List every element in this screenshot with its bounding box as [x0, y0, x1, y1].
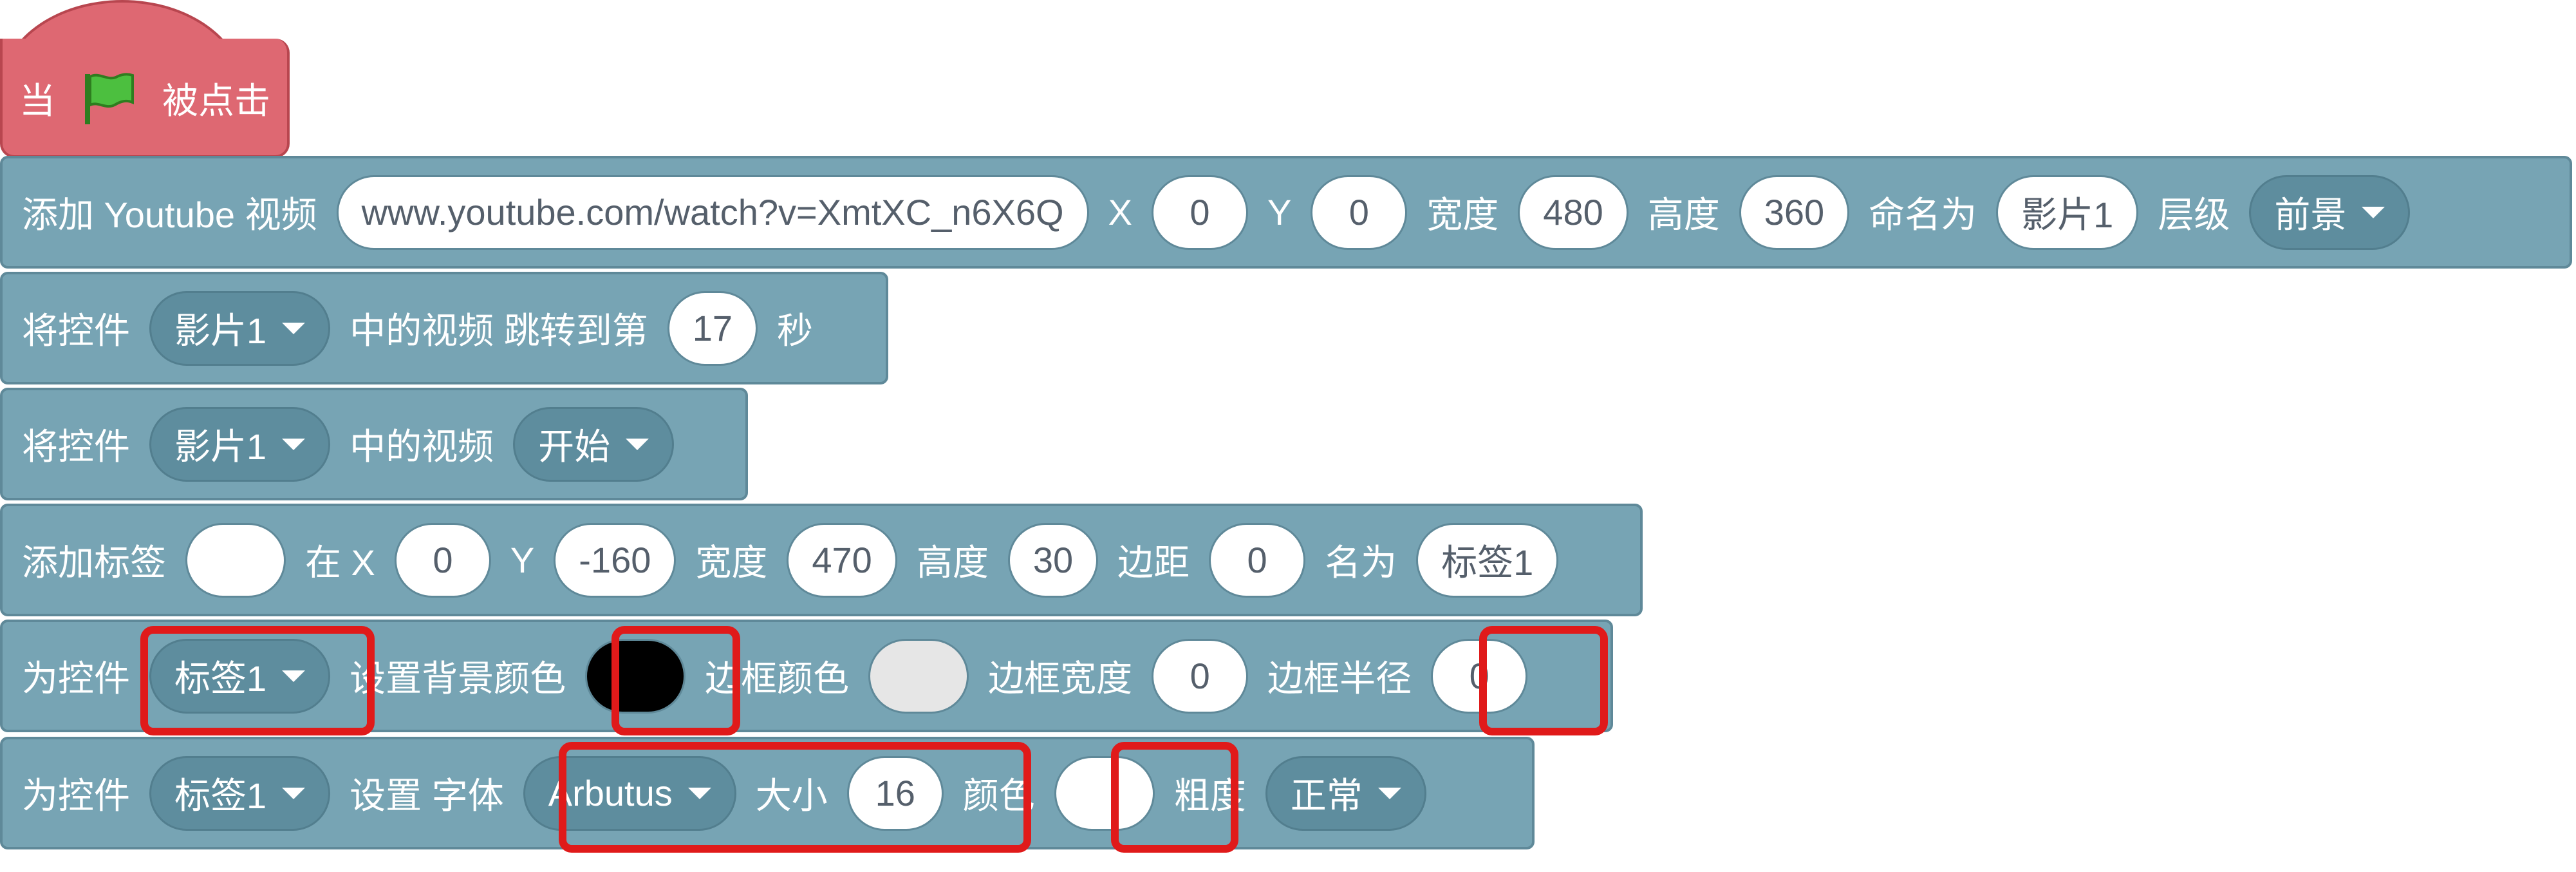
highlight-bg-color	[611, 626, 740, 735]
width-label: 宽度	[1426, 194, 1499, 235]
add-youtube-block[interactable]: 添加 Youtube 视频 www.youtube.com/watch?v=Xm…	[0, 156, 2572, 269]
chevron-down-icon	[282, 787, 306, 799]
x-input[interactable]: 0	[1151, 175, 1248, 250]
label-text-input[interactable]	[185, 522, 286, 598]
target-dropdown[interactable]: 影片1	[149, 290, 331, 366]
block-suffix: 秒	[777, 310, 814, 351]
font-label: 设置 字体	[350, 775, 504, 816]
hat-suffix: 被点击	[162, 80, 270, 121]
action-dropdown[interactable]: 开始	[513, 406, 675, 482]
layer-dropdown[interactable]: 前景	[2249, 175, 2411, 250]
video-play-block[interactable]: 将控件 影片1 中的视频 开始	[0, 388, 748, 500]
highlight-font-color	[1111, 742, 1238, 853]
target-dropdown[interactable]: 影片1	[149, 406, 331, 482]
target-value: 影片1	[174, 310, 267, 351]
block-prefix: 为控件	[22, 658, 130, 699]
target-dropdown[interactable]: 标签1	[149, 755, 331, 831]
x-input[interactable]: 0	[394, 522, 491, 598]
highlight-font-size	[559, 742, 1031, 853]
x-label: 在 X	[305, 542, 375, 583]
green-flag-icon	[85, 73, 134, 124]
block-prefix: 为控件	[22, 775, 130, 816]
video-seek-block[interactable]: 将控件 影片1 中的视频 跳转到第 17 秒	[0, 272, 888, 384]
x-label: X	[1108, 192, 1132, 232]
name-label: 名为	[1325, 542, 1397, 583]
height-label: 高度	[916, 542, 989, 583]
name-input[interactable]: 影片1	[1996, 175, 2139, 250]
y-input[interactable]: -160	[554, 522, 677, 598]
weight-dropdown[interactable]: 正常	[1265, 755, 1426, 831]
add-label-block[interactable]: 添加标签 在 X 0 Y -160 宽度 470 高度 30 边距 0 名为 标…	[0, 504, 1643, 616]
height-input[interactable]: 30	[1007, 522, 1099, 598]
layer-value: 前景	[2274, 194, 2347, 235]
seconds-input[interactable]: 17	[667, 290, 758, 366]
block-middle: 中的视频	[350, 426, 494, 467]
layer-label: 层级	[2158, 194, 2230, 235]
youtube-url-input[interactable]: www.youtube.com/watch?v=XmtXC_n6X6Q	[336, 175, 1089, 250]
y-input[interactable]: 0	[1311, 175, 1408, 250]
border-width-label: 边框宽度	[988, 658, 1133, 699]
chevron-down-icon	[626, 438, 649, 450]
border-radius-label: 边框半径	[1267, 658, 1412, 699]
when-flag-clicked-row: 当 被点击	[19, 64, 270, 131]
chevron-down-icon	[2362, 206, 2385, 218]
block-prefix: 将控件	[22, 426, 130, 467]
hat-prefix: 当	[19, 80, 55, 121]
highlight-target-dropdown	[140, 626, 375, 735]
width-input[interactable]: 480	[1518, 175, 1629, 250]
name-label: 命名为	[1869, 194, 1977, 235]
highlight-border-radius	[1479, 626, 1608, 735]
border-color-swatch[interactable]	[868, 638, 969, 714]
target-value: 标签1	[174, 775, 267, 816]
height-label: 高度	[1647, 194, 1720, 235]
chevron-down-icon	[1377, 787, 1401, 799]
block-middle: 中的视频 跳转到第	[350, 310, 648, 351]
action-value: 开始	[538, 426, 611, 467]
chevron-down-icon	[282, 322, 306, 334]
y-label: Y	[1267, 192, 1292, 232]
block-label: 添加 Youtube 视频	[22, 194, 317, 235]
bg-color-label: 设置背景颜色	[350, 658, 566, 699]
width-input[interactable]: 470	[787, 522, 897, 598]
padding-label: 边距	[1117, 542, 1190, 583]
border-width-input[interactable]: 0	[1152, 638, 1249, 714]
name-input[interactable]: 标签1	[1416, 522, 1559, 598]
height-input[interactable]: 360	[1739, 175, 1850, 250]
target-value: 影片1	[174, 426, 267, 467]
padding-input[interactable]: 0	[1209, 522, 1306, 598]
y-label: Y	[510, 540, 535, 580]
weight-value: 正常	[1290, 775, 1363, 816]
width-label: 宽度	[695, 542, 768, 583]
block-prefix: 将控件	[22, 310, 130, 351]
chevron-down-icon	[282, 438, 306, 450]
block-label: 添加标签	[22, 542, 166, 583]
